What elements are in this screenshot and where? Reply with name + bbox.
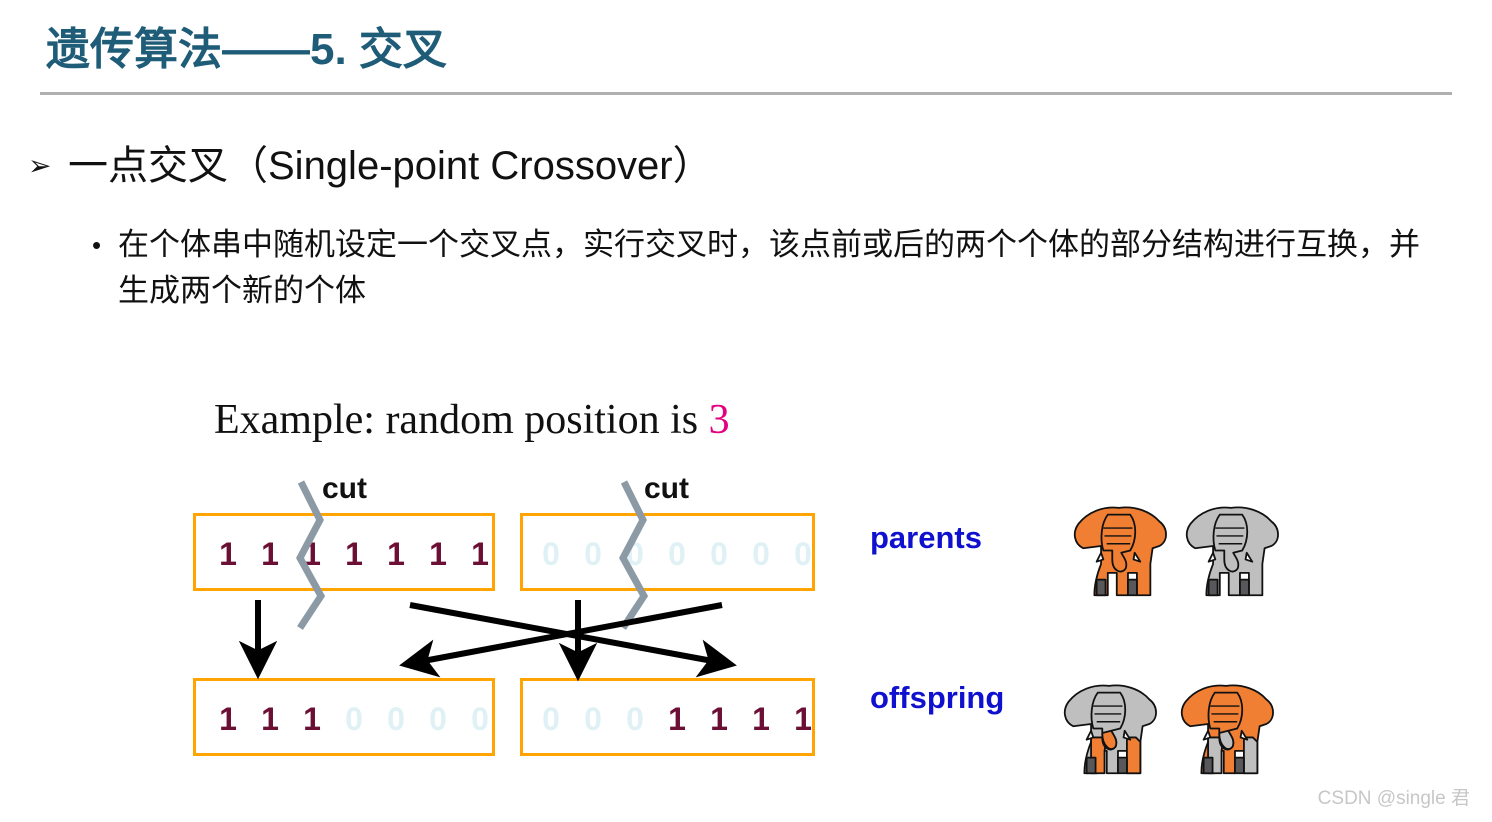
arrow-cross-right xyxy=(409,602,737,678)
watermark: CSDN @single 君 xyxy=(1317,788,1470,809)
bit: 0 xyxy=(584,536,602,572)
bit: 1 xyxy=(219,701,237,737)
elephant-parent-right xyxy=(1185,506,1279,597)
bit: 0 xyxy=(710,536,728,572)
bit: 1 xyxy=(261,701,279,737)
offspring-left-bits: 1 1 1 0 0 0 0 xyxy=(207,701,501,738)
elephant-parent-left xyxy=(1073,506,1167,597)
cut-label-left: cut xyxy=(322,472,367,505)
cut-label-right: cut xyxy=(644,472,689,505)
bit: 1 xyxy=(471,536,489,572)
elephant-offspring-left xyxy=(1063,684,1157,775)
bit: 1 xyxy=(387,536,405,572)
bit: 1 xyxy=(668,701,686,737)
slide-canvas: 遗传算法——5. 交叉 ➢ 一点交叉（Single-point Crossove… xyxy=(0,0,1492,822)
parent-right-bits: 0 0 0 0 0 0 0 xyxy=(530,536,824,573)
offspring-right-bits: 0 0 0 1 1 1 1 xyxy=(530,701,824,738)
bit: 1 xyxy=(303,701,321,737)
bit: 0 xyxy=(542,701,560,737)
bit: 1 xyxy=(752,701,770,737)
bit: 0 xyxy=(626,536,644,572)
bit: 0 xyxy=(429,701,447,737)
bit: 0 xyxy=(471,701,489,737)
bit: 1 xyxy=(429,536,447,572)
parent-left-bits: 1 1 1 1 1 1 1 xyxy=(207,536,501,573)
elephant-offspring-right xyxy=(1180,684,1274,775)
bit: 0 xyxy=(542,536,560,572)
bit: 0 xyxy=(345,701,363,737)
parents-label: parents xyxy=(870,520,982,555)
bit: 1 xyxy=(345,536,363,572)
bit: 0 xyxy=(584,701,602,737)
arrow-cross-left xyxy=(399,602,723,678)
bit: 1 xyxy=(303,536,321,572)
bit: 0 xyxy=(626,701,644,737)
offspring-label: offspring xyxy=(870,680,1005,715)
bit: 0 xyxy=(668,536,686,572)
bit: 0 xyxy=(752,536,770,572)
crossover-diagram: 1 1 1 1 1 1 1 0 0 0 0 0 0 0 1 1 1 0 0 0 … xyxy=(0,0,1492,822)
bit: 1 xyxy=(710,701,728,737)
bit: 1 xyxy=(219,536,237,572)
bit: 1 xyxy=(794,701,812,737)
bit: 1 xyxy=(261,536,279,572)
bit: 0 xyxy=(387,701,405,737)
bit: 0 xyxy=(794,536,812,572)
